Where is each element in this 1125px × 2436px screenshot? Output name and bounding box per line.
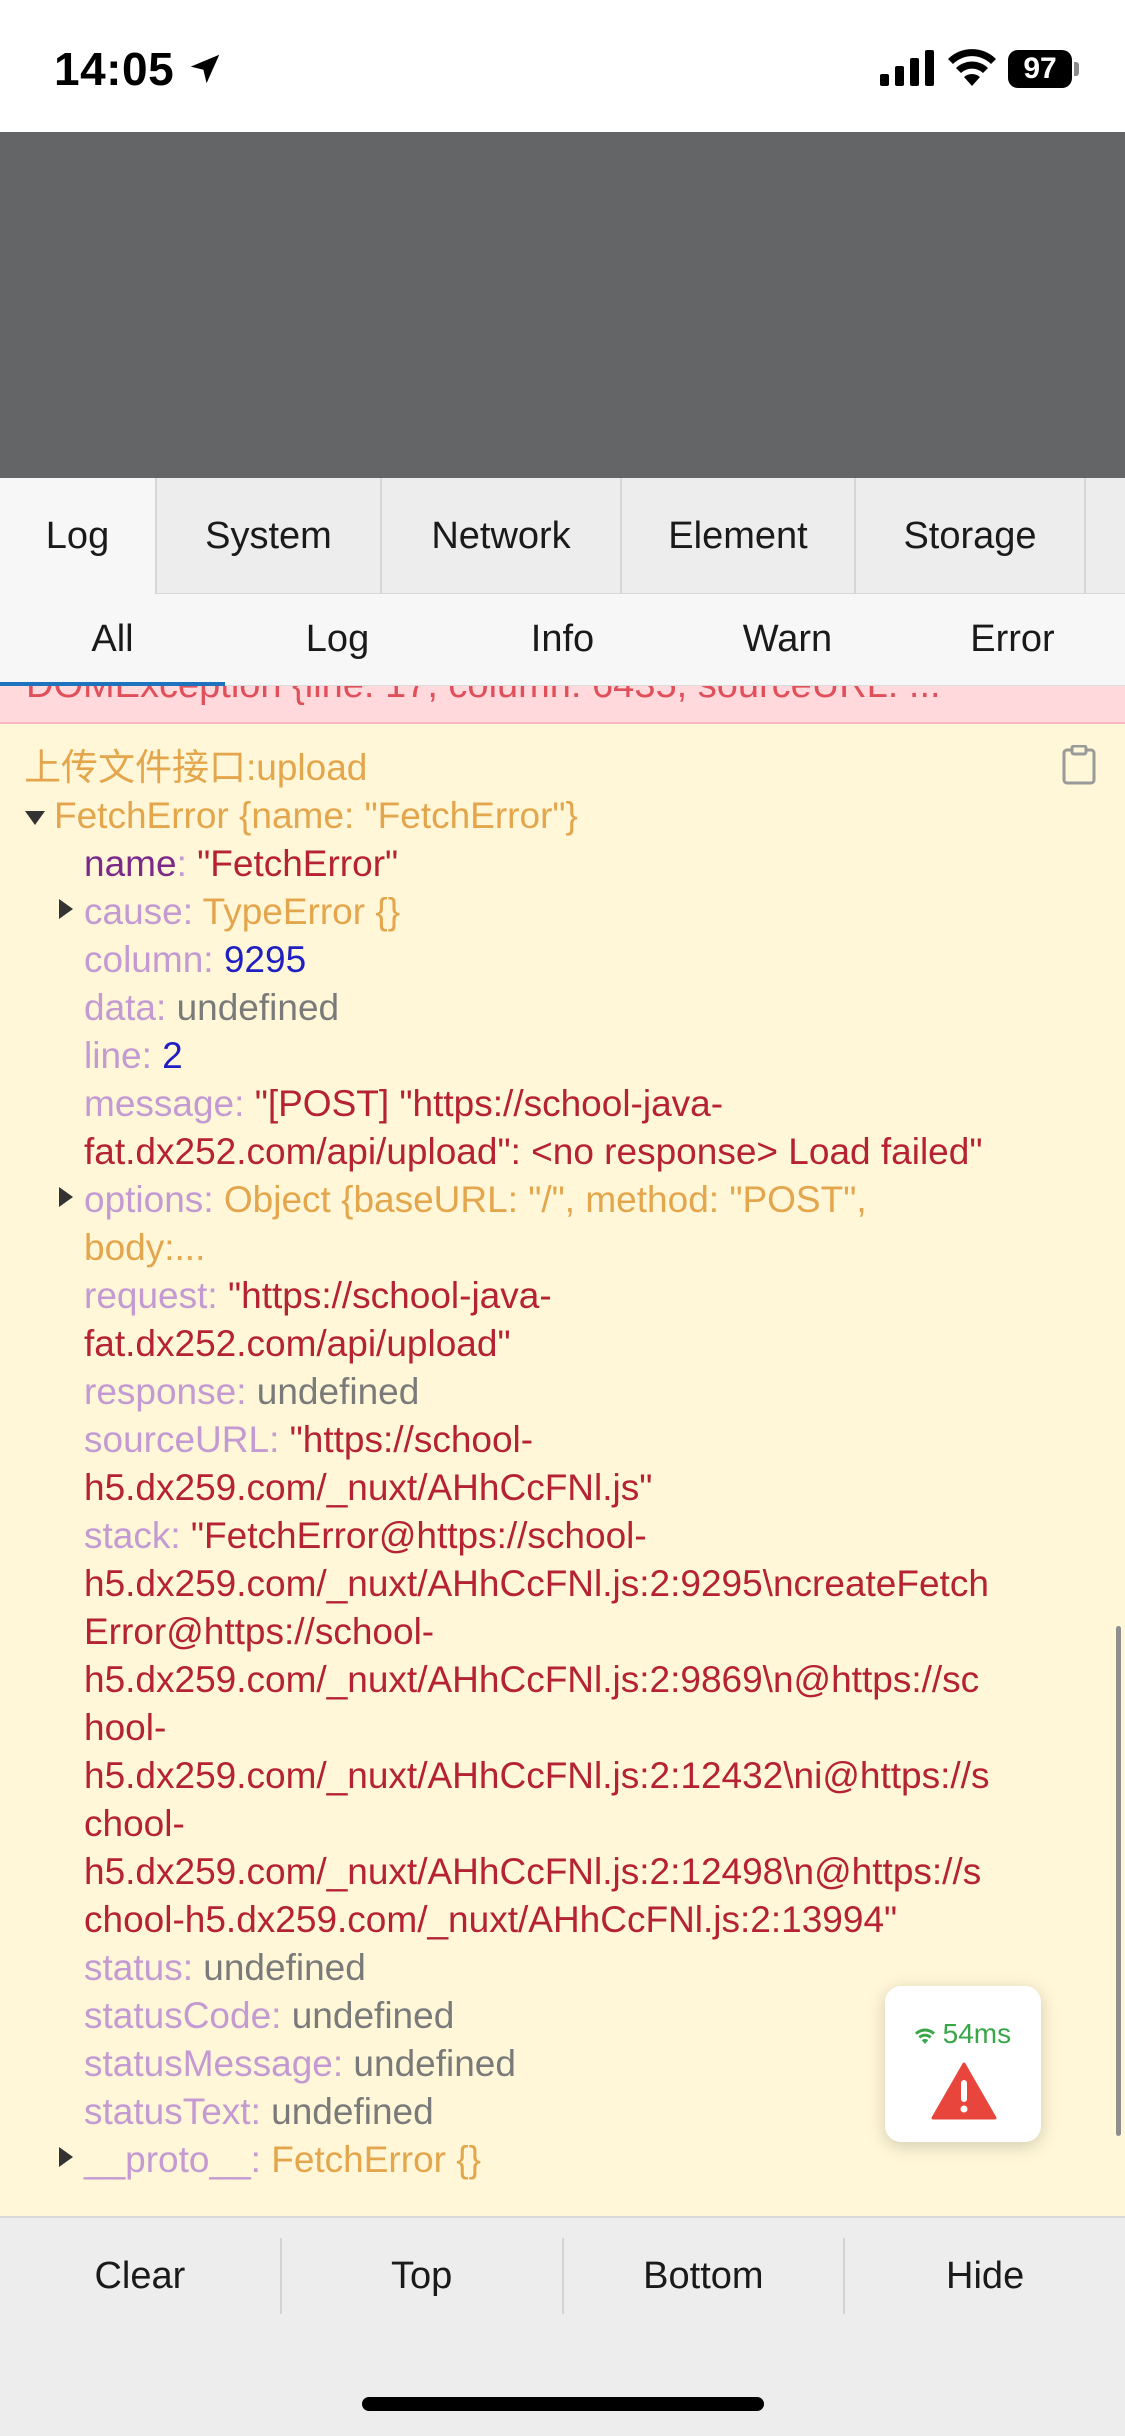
status-time: 14:05 — [54, 43, 175, 95]
top-button[interactable]: Top — [282, 2238, 564, 2314]
prop-stack-cont: Error@https://school- — [84, 1611, 435, 1652]
prop-statustext: statusText: undefined — [84, 2091, 434, 2132]
tab-network[interactable]: Network — [382, 478, 622, 594]
prop-stack-cont: h5.dx259.com/_nuxt/AHhCcFNl.js:2:9295\nc… — [84, 1563, 989, 1604]
prop-column: column: 9295 — [84, 939, 307, 980]
prop-name: name: "FetchError" — [84, 843, 399, 884]
battery-icon: 97 — [1008, 50, 1080, 88]
prop-message: message: "[POST] "https://school-java- — [84, 1083, 724, 1124]
prop-stack-cont: chool-h5.dx259.com/_nuxt/AHhCcFNl.js:2:1… — [84, 1899, 898, 1940]
collapse-arrow-icon[interactable] — [25, 811, 45, 825]
expand-arrow-icon[interactable] — [59, 899, 73, 919]
error-log-text: DOMException {line: 17, column: 6435, so… — [26, 686, 941, 707]
prop-sourceurl: sourceURL: "https://school- — [84, 1419, 534, 1460]
filter-log[interactable]: Log — [225, 594, 450, 685]
hide-button[interactable]: Hide — [845, 2238, 1125, 2314]
wifi-icon — [948, 49, 996, 86]
status-bar: 14:05 97 — [0, 0, 1125, 132]
prop-stack: stack: "FetchError@https://school- — [84, 1515, 647, 1556]
prop-sourceurl-cont: h5.dx259.com/_nuxt/AHhCcFNl.js" — [84, 1467, 653, 1508]
prop-request-cont: fat.dx252.com/api/upload" — [84, 1323, 511, 1364]
prop-stack-cont: hool- — [84, 1707, 167, 1748]
expand-arrow-icon[interactable] — [59, 1187, 73, 1207]
home-indicator[interactable] — [362, 2397, 764, 2411]
prop-options[interactable]: options: Object {baseURL: "/", method: "… — [84, 1176, 867, 1224]
latency-text: 54ms — [885, 2018, 1041, 2050]
clear-button[interactable]: Clear — [0, 2238, 282, 2314]
tab-element[interactable]: Element — [622, 478, 856, 594]
prop-response: response: undefined — [84, 1371, 420, 1412]
filter-error[interactable]: Error — [900, 594, 1125, 685]
log-entry-label: 上传文件接口:upload — [24, 747, 368, 788]
cellular-signal-icon — [880, 50, 934, 86]
clipboard-copy-icon[interactable] — [1062, 745, 1096, 785]
network-status-badge[interactable]: 54ms — [885, 1986, 1041, 2142]
warning-triangle-icon — [931, 2062, 997, 2120]
prop-statuscode: statusCode: undefined — [84, 1995, 455, 2036]
prop-proto[interactable]: __proto__: FetchError {} — [84, 2136, 481, 2184]
main-tab-bar: Log System Network Element Storage — [0, 478, 1125, 594]
prop-stack-cont: chool- — [84, 1803, 185, 1844]
battery-level: 97 — [1008, 50, 1072, 88]
prop-status: status: undefined — [84, 1947, 366, 1988]
prop-stack-cont: h5.dx259.com/_nuxt/AHhCcFNl.js:2:12432\n… — [84, 1755, 990, 1796]
log-scrollbar[interactable] — [1116, 1626, 1121, 2136]
filter-warn[interactable]: Warn — [675, 594, 900, 685]
bottom-button[interactable]: Bottom — [564, 2238, 846, 2314]
filter-info[interactable]: Info — [450, 594, 675, 685]
prop-stack-cont: h5.dx259.com/_nuxt/AHhCcFNl.js:2:9869\n@… — [84, 1659, 980, 1700]
tab-storage[interactable]: Storage — [856, 478, 1086, 594]
prop-statusmessage: statusMessage: undefined — [84, 2043, 516, 2084]
log-filter-tabs: All Log Info Warn Error — [0, 594, 1125, 686]
prop-cause[interactable]: cause: TypeError {} — [84, 888, 400, 936]
prop-line: line: 2 — [84, 1035, 183, 1076]
tab-log[interactable]: Log — [0, 478, 157, 594]
tab-overflow[interactable] — [1086, 478, 1125, 594]
page-overlay[interactable] — [0, 132, 1125, 478]
prop-message-cont: fat.dx252.com/api/upload": <no response>… — [84, 1131, 983, 1172]
prop-options-cont: body:... — [84, 1227, 206, 1268]
prop-data: data: undefined — [84, 987, 340, 1028]
expand-arrow-icon[interactable] — [59, 2147, 73, 2167]
tab-system[interactable]: System — [157, 478, 382, 594]
location-arrow-icon — [190, 54, 220, 84]
object-header[interactable]: FetchError {name: "FetchError"} — [54, 792, 578, 840]
wifi-icon — [914, 2028, 935, 2044]
prop-request: request: "https://school-java- — [84, 1275, 552, 1316]
filter-all[interactable]: All — [0, 594, 225, 685]
prop-stack-cont: h5.dx259.com/_nuxt/AHhCcFNl.js:2:12498\n… — [84, 1851, 982, 1892]
error-log-row[interactable]: DOMException {line: 17, column: 6435, so… — [0, 686, 1125, 724]
